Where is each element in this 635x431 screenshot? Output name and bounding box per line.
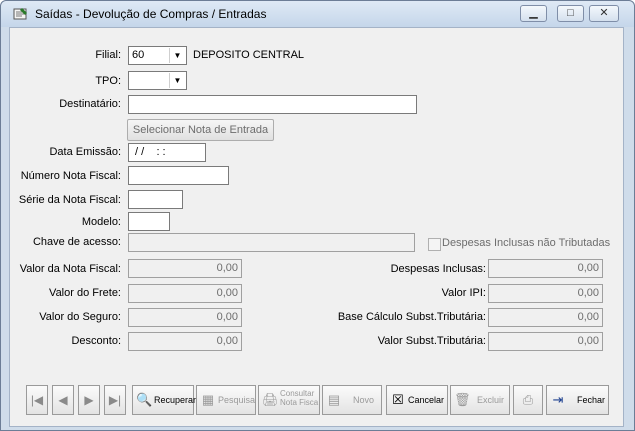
form-area: Filial: 60 ▼ DEPOSITO CENTRAL TPO: ▼ Des…: [9, 27, 624, 427]
valor-nota-field: 0,00: [128, 259, 242, 278]
valor-subst-field: 0,00: [488, 332, 603, 351]
valor-seguro-label: Valor do Seguro:: [39, 311, 121, 323]
despesas-inclusas-field: 0,00: [488, 259, 603, 278]
next-icon: ▶: [84, 393, 94, 407]
valor-seguro-field: 0,00: [128, 308, 242, 327]
destinatario-input[interactable]: [128, 95, 417, 114]
prev-icon: ◀: [58, 393, 68, 407]
tpo-label: TPO:: [95, 75, 121, 87]
next-record-button[interactable]: ▶: [78, 385, 100, 415]
first-icon: |◀: [30, 393, 44, 407]
base-calculo-field: 0,00: [488, 308, 603, 327]
chave-acesso-input: [128, 233, 415, 252]
excluir-label: Excluir: [477, 395, 505, 405]
window-title: Saídas - Devolução de Compras / Entradas: [35, 7, 267, 21]
valor-ipi-label: Valor IPI:: [441, 287, 486, 299]
prev-record-button[interactable]: ◀: [52, 385, 74, 415]
base-calculo-label: Base Cálculo Subst.Tributária:: [337, 311, 486, 323]
fechar-button[interactable]: ⇥ Fechar: [546, 385, 609, 415]
cancelar-label: Cancelar: [408, 395, 445, 405]
valor-ipi-field: 0,00: [488, 284, 603, 303]
first-record-button[interactable]: |◀: [26, 385, 48, 415]
exit-door-icon: ⇥: [552, 392, 564, 407]
valor-frete-label: Valor do Frete:: [49, 287, 121, 299]
novo-label: Novo: [353, 395, 375, 405]
chevron-down-icon[interactable]: ▼: [169, 73, 185, 88]
data-emissao-input[interactable]: / / : :: [128, 143, 206, 162]
despesas-inclusas-label: Despesas Inclusas:: [390, 263, 486, 275]
desconto-label: Desconto:: [71, 335, 121, 347]
cancel-icon: ☒: [392, 392, 404, 407]
data-emissao-label: Data Emissão:: [49, 146, 121, 158]
last-icon: ▶|: [108, 393, 122, 407]
consultar-line2: Nota Fisca: [280, 398, 319, 407]
recuperar-label: Recuperar: [154, 395, 197, 405]
fechar-label: Fechar: [577, 395, 606, 405]
cancelar-button[interactable]: ☒ Cancelar: [386, 385, 448, 415]
numero-nota-label: Número Nota Fiscal:: [20, 170, 121, 182]
print-icon: ⎙: [522, 392, 534, 407]
destinatario-label: Destinatário:: [59, 98, 121, 110]
maximize-button[interactable]: □: [557, 5, 584, 22]
numero-nota-input[interactable]: [128, 166, 229, 185]
trash-icon: 🗑: [454, 392, 471, 407]
filial-value: 60: [132, 49, 145, 61]
printer-icon: 🖨: [262, 392, 279, 407]
novo-button[interactable]: ▤ Novo: [322, 385, 382, 415]
valor-frete-field: 0,00: [128, 284, 242, 303]
desconto-field: 0,00: [128, 332, 242, 351]
consultar-line1: Consultar: [280, 389, 315, 398]
excluir-button[interactable]: 🗑 Excluir: [450, 385, 510, 415]
title-bar: Saídas - Devolução de Compras / Entradas…: [1, 1, 634, 27]
chevron-down-icon[interactable]: ▼: [169, 48, 185, 63]
app-icon: [13, 8, 27, 20]
valor-subst-label: Valor Subst.Tributária:: [377, 335, 486, 347]
close-icon: ✕: [599, 7, 609, 19]
modelo-label: Modelo:: [81, 216, 121, 228]
despesas-nao-tributadas-label: Despesas Inclusas não Tributadas: [442, 237, 611, 249]
main-window: Saídas - Devolução de Compras / Entradas…: [0, 0, 635, 431]
tpo-select[interactable]: ▼: [128, 71, 187, 90]
pesquisa-label: Pesquisa: [218, 395, 256, 405]
despesas-nao-tributadas-checkbox[interactable]: [428, 238, 441, 251]
pesquisa-button[interactable]: ▦ Pesquisa: [196, 385, 256, 415]
minimize-icon: ▁: [529, 7, 538, 19]
serie-nota-label: Série da Nota Fiscal:: [18, 194, 121, 206]
print-button[interactable]: ⎙: [513, 385, 543, 415]
close-button[interactable]: ✕: [589, 5, 619, 22]
chave-acesso-label: Chave de acesso:: [32, 236, 121, 248]
recuperar-button[interactable]: 🔍 Recuperar: [132, 385, 197, 415]
grid-icon: ▦: [201, 392, 215, 407]
valor-nota-label: Valor da Nota Fiscal:: [19, 263, 121, 275]
consultar-label: Consultar Nota Fisca: [280, 389, 318, 407]
selecionar-nota-button[interactable]: Selecionar Nota de Entrada: [127, 119, 274, 141]
maximize-icon: □: [567, 7, 574, 19]
filial-select[interactable]: 60 ▼: [128, 46, 187, 65]
new-record-icon: ▤: [327, 392, 341, 407]
serie-nota-input[interactable]: [128, 190, 183, 209]
consultar-nota-button[interactable]: 🖨 Consultar Nota Fisca: [258, 385, 320, 415]
modelo-input[interactable]: [128, 212, 170, 231]
last-record-button[interactable]: ▶|: [104, 385, 126, 415]
filial-label: Filial:: [95, 49, 121, 61]
filial-name: DEPOSITO CENTRAL: [193, 49, 305, 61]
minimize-button[interactable]: ▁: [520, 5, 547, 22]
magnifier-icon: 🔍: [136, 392, 153, 407]
